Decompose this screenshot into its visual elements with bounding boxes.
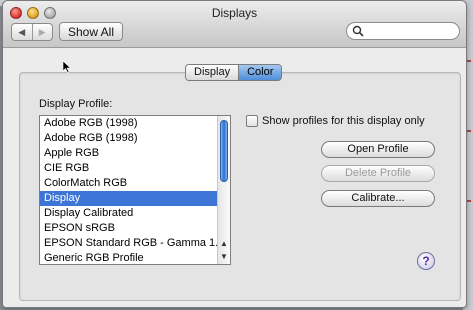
scrollbar-thumb[interactable] [220,120,228,182]
back-forward-control: ◀ ▶ [11,23,53,41]
profile-list-item[interactable]: EPSON Standard RGB - Gamma 1.8 [40,236,218,251]
forward-button[interactable]: ▶ [31,24,53,40]
profile-list-item[interactable]: Adobe RGB (1998) [40,116,218,131]
preferences-content: Display Color Display Profile: Adobe RGB… [3,48,466,307]
show-only-this-display-option[interactable]: Show profiles for this display only [246,115,425,127]
show-only-this-display-label: Show profiles for this display only [262,115,425,127]
show-only-this-display-checkbox[interactable] [246,115,258,127]
profile-list[interactable]: Adobe RGB (1998) Adobe RGB (1998) Apple RG… [39,115,231,265]
profile-list-item[interactable]: Generic RGB Profile [40,251,218,264]
mouse-pointer-icon [63,61,71,73]
profile-list-item[interactable]: Display [40,191,218,206]
profile-list-scrollbar[interactable]: ▲ ▼ [217,116,230,264]
displays-window: Displays ◀ ▶ Show All Display Color Disp… [2,0,467,308]
profile-list-item[interactable]: Adobe RGB (1998) [40,131,218,146]
tab-color[interactable]: Color [238,65,282,80]
help-button[interactable]: ? [417,252,435,270]
profile-list-item[interactable]: Apple RGB [40,146,218,161]
profile-list-item[interactable]: ColorMatch RGB [40,176,218,191]
profile-list-rows: Adobe RGB (1998) Adobe RGB (1998) Apple RG… [40,116,218,264]
show-all-button[interactable]: Show All [59,22,123,41]
scroll-up-arrow-icon[interactable]: ▲ [218,238,230,250]
profile-list-item[interactable]: CIE RGB [40,161,218,176]
delete-profile-button[interactable]: Delete Profile [321,165,435,182]
calibrate-button[interactable]: Calibrate... [321,190,435,207]
forward-arrow-icon: ▶ [38,26,46,37]
open-profile-button[interactable]: Open Profile [321,141,435,158]
profile-list-item[interactable]: EPSON sRGB [40,221,218,236]
scroll-down-arrow-icon[interactable]: ▼ [218,251,230,263]
title-bar: Displays ◀ ▶ Show All [3,1,466,48]
back-button[interactable]: ◀ [12,24,32,40]
search-icon [352,25,364,37]
tab-display[interactable]: Display [186,65,239,80]
search-field[interactable] [346,22,460,40]
window-title: Displays [211,6,258,20]
display-profile-label: Display Profile: [39,98,113,110]
profile-list-item[interactable]: Display Calibrated [40,206,218,221]
back-arrow-icon: ◀ [18,26,26,37]
tab-bar: Display Color [185,64,283,81]
